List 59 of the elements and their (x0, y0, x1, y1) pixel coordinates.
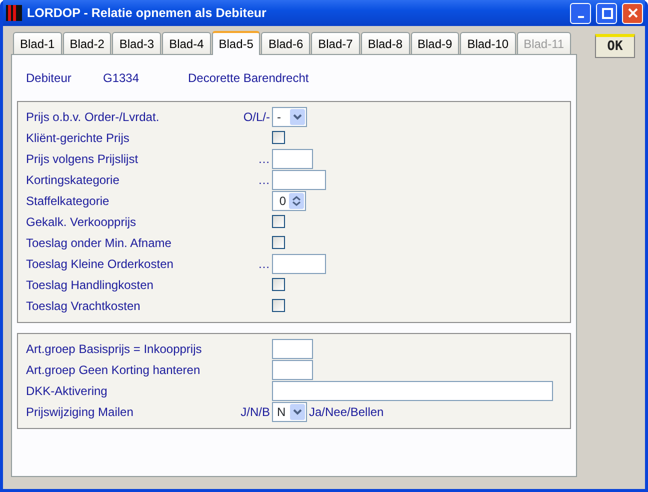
field-label: Prijswijziging Mailen (26, 404, 134, 420)
checkbox[interactable] (272, 215, 285, 228)
field-label: Toeslag Vrachtkosten (26, 298, 140, 314)
checkbox[interactable] (272, 278, 285, 291)
field-label: Toeslag Handlingkosten (26, 276, 154, 294)
debtor-code: G1334 (103, 70, 140, 87)
input-field[interactable] (272, 254, 326, 274)
close-icon (626, 7, 638, 19)
field-label: Prijs volgens Prijslijst (26, 150, 138, 168)
checkbox[interactable] (272, 236, 285, 249)
field-label: Prijs o.b.v. Order-/Lvrdat. (26, 108, 160, 126)
field-label: Art.groep Basisprijs = Inkoopprijs (26, 340, 202, 358)
chevron-down-icon (293, 408, 302, 414)
ok-button[interactable]: OK (595, 34, 635, 58)
field-label: Kortingskategorie (26, 172, 120, 188)
field-hint: … (258, 150, 270, 168)
field-label: Gekalk. Verkoopprijs (26, 214, 136, 230)
tab[interactable]: Blad-3 (112, 32, 162, 54)
tab[interactable]: Blad-6 (261, 32, 310, 54)
input-field[interactable] (272, 380, 553, 400)
field-label: Toeslag Kleine Orderkosten (26, 256, 174, 272)
field-hint: J/N/B (240, 404, 270, 420)
checkbox[interactable] (272, 131, 285, 144)
maximize-icon (600, 7, 612, 19)
input-field[interactable] (272, 360, 313, 380)
tab[interactable]: Blad-1 (13, 32, 62, 54)
tab[interactable]: Blad-10 (460, 32, 516, 54)
tab[interactable]: Blad-2 (62, 32, 112, 54)
checkbox[interactable] (272, 299, 285, 312)
field-hint: O/L/- (243, 108, 270, 126)
tab[interactable]: Blad-9 (410, 32, 460, 54)
option-hint: Ja/Nee/Bellen (309, 404, 384, 420)
dropdown[interactable]: - (272, 106, 307, 126)
spin-arrows-icon (292, 194, 301, 206)
app-icon (6, 5, 22, 21)
tab[interactable]: Blad-5 (212, 31, 260, 55)
tab[interactable]: Blad-8 (360, 32, 410, 54)
chevron-down-icon (293, 114, 302, 120)
tab[interactable]: Blad-7 (311, 32, 360, 54)
close-button[interactable] (622, 2, 643, 24)
field-label: Staffelkategorie (26, 192, 110, 210)
field-hint: … (258, 172, 270, 188)
dropdown[interactable]: N (272, 402, 307, 422)
debtor-label: Debiteur (26, 70, 72, 87)
field-label: DKK-Aktivering (26, 382, 108, 400)
input-field[interactable] (272, 148, 313, 168)
maximize-button[interactable] (596, 2, 617, 24)
input-field[interactable] (272, 170, 326, 190)
tab[interactable]: Blad-4 (162, 32, 211, 54)
input-field[interactable] (272, 338, 313, 358)
spin-field[interactable]: 0 (272, 190, 306, 210)
window-title: LORDOP - Relatie opnemen als Debiteur (27, 4, 268, 22)
debtor-name: Decorette Barendrecht (188, 70, 309, 87)
minimize-icon (578, 16, 584, 18)
field-label: Art.groep Geen Korting hanteren (26, 362, 200, 378)
field-hint: … (258, 256, 270, 272)
minimize-button[interactable] (570, 2, 591, 24)
field-label: Kliënt-gerichte Prijs (26, 130, 130, 146)
field-label: Toeslag onder Min. Afname (26, 234, 172, 252)
